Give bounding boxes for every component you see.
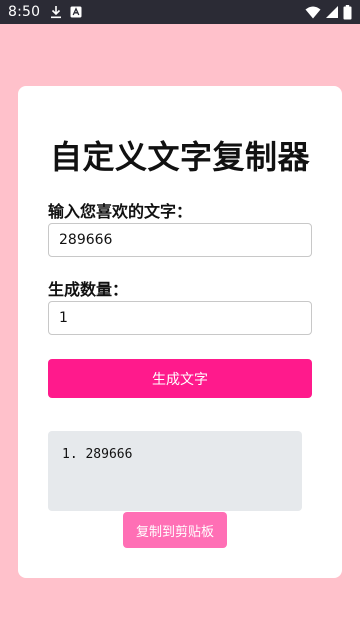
generate-button[interactable]: 生成文字: [48, 359, 312, 398]
output-line: 1. 289666: [62, 447, 133, 462]
status-system-icons: [305, 4, 352, 20]
count-input[interactable]: [48, 301, 312, 335]
copy-to-clipboard-button[interactable]: 复制到剪贴板: [123, 512, 227, 548]
output-box: 1. 289666: [48, 431, 302, 511]
text-input[interactable]: [48, 223, 312, 257]
signal-icon: [325, 5, 339, 19]
status-bar: 8:50: [0, 0, 360, 24]
wifi-icon: [305, 6, 321, 19]
battery-icon: [343, 4, 352, 20]
text-input-label: 输入您喜欢的文字：: [48, 202, 193, 221]
count-input-label: 生成数量：: [48, 280, 129, 299]
page-title: 自定义文字复制器: [49, 138, 310, 176]
status-time: 8:50: [8, 4, 41, 20]
notification-a-icon: [70, 6, 82, 18]
download-icon: [50, 5, 62, 19]
status-notification-icons: [50, 5, 82, 19]
